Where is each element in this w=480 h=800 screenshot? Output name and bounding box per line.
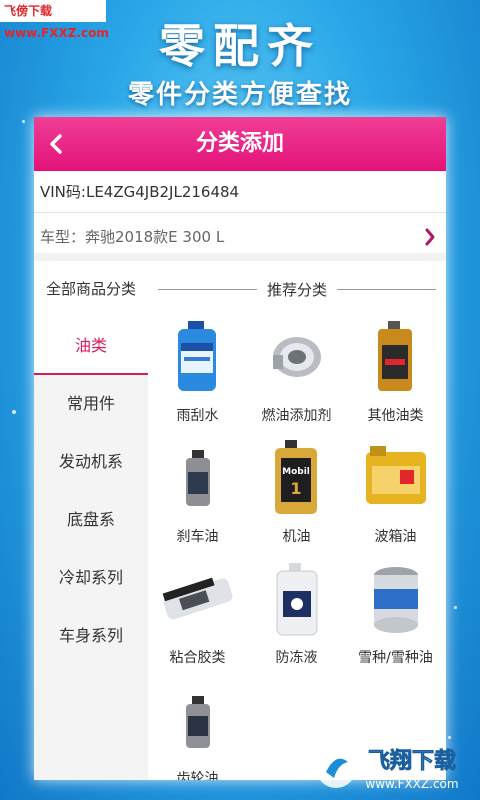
divider <box>158 288 257 290</box>
product-gearbox-oil[interactable]: 波箱油 <box>346 438 445 559</box>
divider <box>337 288 437 290</box>
gearbox-oil-drum-icon <box>365 446 426 504</box>
recommend-panel: 推荐分类 雨刮水 燃油添加剂 其他油类 刹车油 Mobil 1 机油 波箱油 粘… <box>148 261 446 780</box>
gear-oil-bottle-icon <box>185 696 210 748</box>
category-sidebar: 全部商品分类 油类 常用件 发动机系 底盘系 冷却系列 车身系列 <box>34 261 148 780</box>
recommend-title: 推荐分类 <box>267 280 328 299</box>
brake-fluid-bottle-icon <box>185 450 210 506</box>
banner-title: 零配齐 <box>159 19 321 73</box>
oil-can-icon <box>377 321 412 391</box>
car-model-selector[interactable]: 车型：奔驰2018款E 300 L <box>34 213 446 261</box>
product-washer-fluid[interactable]: 雨刮水 <box>148 317 247 438</box>
refrigerant-can-icon <box>373 567 418 633</box>
car-model-label: 车型：奔驰2018款E 300 L <box>40 228 225 246</box>
adhesive-tube-icon <box>162 577 232 620</box>
sidebar-item-cooling[interactable]: 冷却系列 <box>34 549 148 607</box>
chevron-right-icon <box>425 228 435 246</box>
svg-text:1: 1 <box>290 479 301 498</box>
header-bar: 分类添加 <box>34 117 446 171</box>
sidebar-item-engine[interactable]: 发动机系 <box>34 433 148 491</box>
product-fuel-additive[interactable]: 燃油添加剂 <box>247 317 346 438</box>
svg-text:Mobil: Mobil <box>282 467 310 477</box>
page-title: 分类添加 <box>195 131 284 156</box>
product-engine-oil[interactable]: Mobil 1 机油 <box>247 438 346 559</box>
product-refrigerant[interactable]: 雪种/雪种油 <box>346 559 445 680</box>
sidebar-item-body[interactable]: 车身系列 <box>34 607 148 665</box>
banner-subtitle: 零件分类方便查找 <box>127 80 352 110</box>
sidebar-item-oils[interactable]: 油类 <box>34 317 148 375</box>
product-gear-oil[interactable]: 齿轮油 <box>148 680 247 780</box>
washer-fluid-bottle-icon <box>177 321 216 391</box>
fuel-filter-icon <box>272 337 321 377</box>
product-other-oils[interactable]: 其他油类 <box>346 317 445 438</box>
watermark-logo: 飞翔下载 www.FXXZ.com <box>316 748 459 791</box>
product-antifreeze[interactable]: 防冻液 <box>247 559 346 680</box>
app-screen: 分类添加 VIN码:LE4ZG4JB2JL216484 车型：奔驰2018款E … <box>34 117 446 780</box>
vin-display: VIN码:LE4ZG4JB2JL216484 <box>34 171 446 213</box>
sidebar-item-common-parts[interactable]: 常用件 <box>34 375 148 433</box>
watermark-bottom-url: www.FXXZ.com <box>365 777 458 791</box>
product-brake-fluid[interactable]: 刹车油 <box>148 438 247 559</box>
antifreeze-jug-icon <box>276 563 317 636</box>
product-adhesive[interactable]: 粘合胶类 <box>148 559 247 680</box>
sidebar-title: 全部商品分类 <box>34 261 148 317</box>
sidebar-item-chassis[interactable]: 底盘系 <box>34 491 148 549</box>
chevron-left-icon <box>50 134 62 154</box>
watermark-bottom-text: 飞翔下载 <box>368 748 456 774</box>
engine-oil-bottle-icon: Mobil 1 <box>274 440 317 514</box>
back-button[interactable] <box>34 117 78 171</box>
